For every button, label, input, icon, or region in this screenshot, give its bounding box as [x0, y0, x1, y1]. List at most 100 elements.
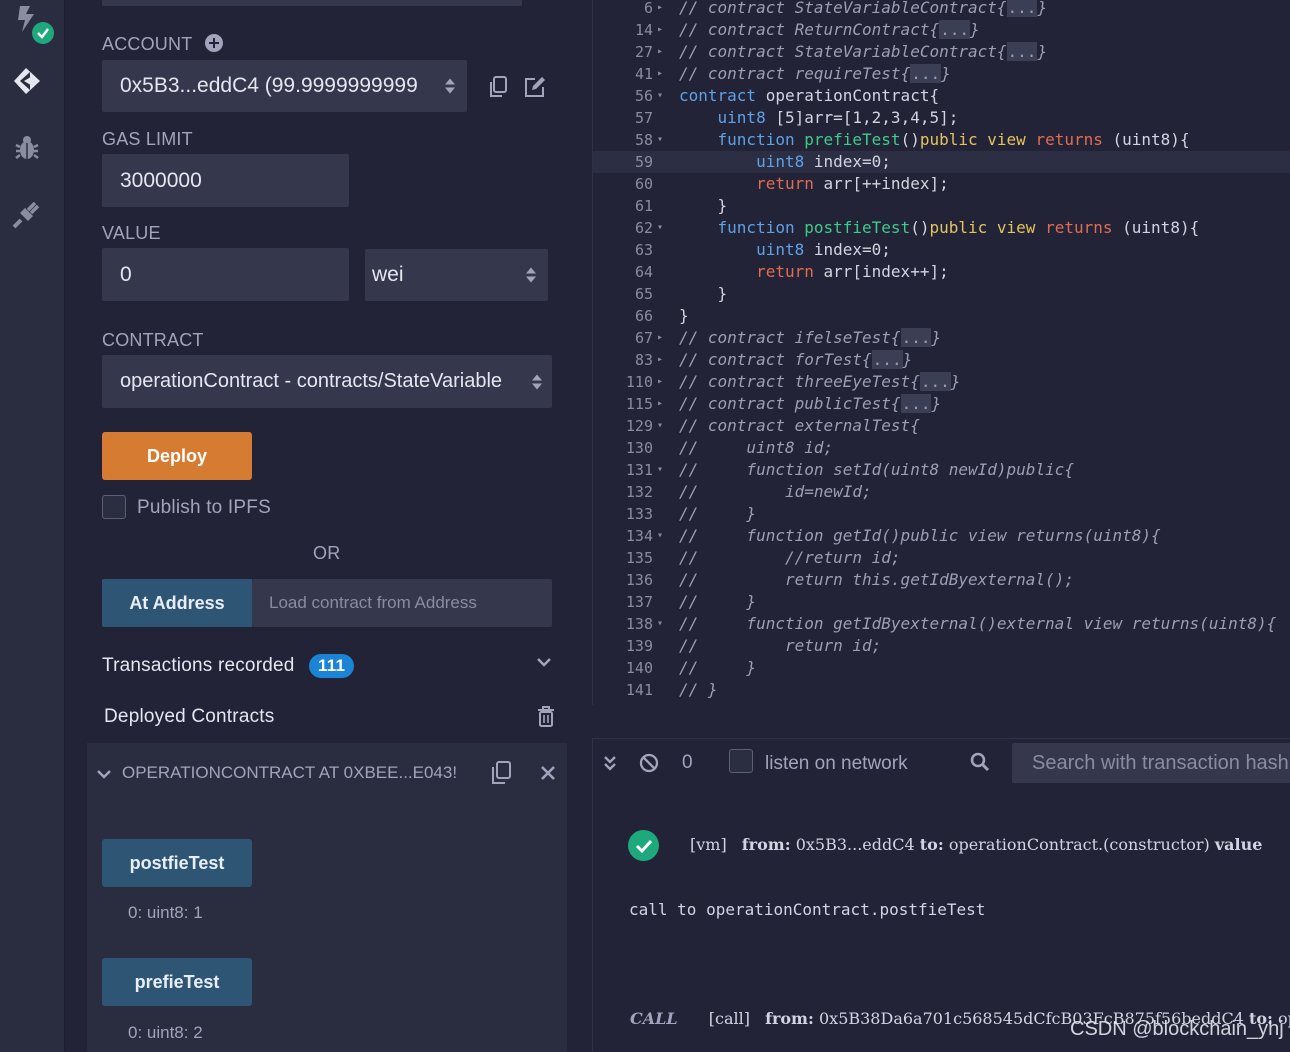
- code-line[interactable]: 41▸ // contract requireTest}{...}: [593, 63, 1290, 85]
- code-content: contract operationContract{: [679, 85, 939, 107]
- folded-code-marker[interactable]: ...: [900, 394, 932, 413]
- folded-code-marker[interactable]: ...: [939, 20, 970, 39]
- line-number: 136: [625, 571, 653, 589]
- clear-console-icon[interactable]: [639, 753, 659, 778]
- fold-toggle-icon[interactable]: ▸: [657, 0, 663, 19]
- line-number: 132: [625, 483, 653, 501]
- comment-text: // contract ReturnContract: [679, 20, 930, 39]
- code-content: // contract ifelseTest}{...}: [679, 328, 942, 347]
- code-line[interactable]: 141 // }: [593, 679, 1290, 701]
- value-label: VALUE: [102, 223, 161, 243]
- load-address-input[interactable]: Load contract from Address: [252, 579, 552, 627]
- code-line[interactable]: 132 // id=newId;: [593, 481, 1290, 503]
- fold-toggle-icon[interactable]: ▸: [657, 349, 663, 371]
- code-line[interactable]: 59 uint8 index=0;: [593, 151, 1290, 173]
- icon-rail: [0, 0, 65, 1052]
- fold-toggle-icon[interactable]: ▾: [657, 217, 663, 239]
- fold-toggle-icon[interactable]: ▸: [657, 327, 663, 349]
- listen-network-label: listen on network: [765, 753, 908, 774]
- code-line[interactable]: 140 // }: [593, 657, 1290, 679]
- double-chevron-down-icon[interactable]: [603, 755, 617, 778]
- fold-toggle-icon[interactable]: ▾: [657, 459, 663, 481]
- code-line[interactable]: 6▸ // contract StateVariableContract}{...…: [593, 0, 1290, 19]
- prefieTest-button[interactable]: prefieTest: [102, 958, 252, 1006]
- fold-toggle-icon[interactable]: ▸: [657, 63, 663, 85]
- code-text: (uint8){: [1112, 218, 1200, 237]
- code-line[interactable]: 83▸ // contract forTest}{...}: [593, 349, 1290, 371]
- environment-select-edge[interactable]: [102, 0, 522, 6]
- fold-toggle-icon[interactable]: ▾: [657, 525, 663, 547]
- folded-code-marker[interactable]: ...: [1006, 42, 1038, 61]
- code-line[interactable]: 129 ▾ // contract externalTest{: [593, 415, 1290, 437]
- line-number: 130: [625, 439, 653, 457]
- gas-limit-input[interactable]: 3000000: [102, 154, 349, 207]
- code-content: // contract threeEyeTest}{...}: [679, 372, 961, 391]
- copy-address-icon[interactable]: [490, 760, 514, 791]
- code-line[interactable]: 27▸ // contract StateVariableContract}{..…: [593, 41, 1290, 63]
- select-arrows-icon: [445, 78, 455, 94]
- fold-toggle-icon[interactable]: ▾: [657, 85, 663, 107]
- code-line[interactable]: 137 // }: [593, 591, 1290, 613]
- code-line[interactable]: 67▸ // contract ifelseTest}{...}: [593, 327, 1290, 349]
- folded-code-marker[interactable]: ...: [910, 64, 942, 83]
- edit-account-icon[interactable]: [523, 75, 547, 99]
- fold-toggle-icon[interactable]: ▸: [657, 41, 663, 63]
- tx-log-line[interactable]: [vm] from: 0x5B3...eddC4 to: operationCo…: [690, 835, 1262, 854]
- code-line[interactable]: 65 }: [593, 283, 1290, 305]
- code-line[interactable]: 61 }: [593, 195, 1290, 217]
- chevron-down-icon[interactable]: [536, 655, 552, 673]
- fold-toggle-icon[interactable]: ▾: [657, 129, 663, 151]
- fold-toggle-icon[interactable]: ▾: [657, 613, 663, 635]
- fold-toggle-icon[interactable]: ▸: [657, 371, 663, 393]
- trash-icon[interactable]: [537, 706, 555, 732]
- close-instance-icon[interactable]: [540, 765, 556, 786]
- folded-code-marker[interactable]: ...: [900, 328, 932, 347]
- code-line[interactable]: 115▸ // contract publicTest}{...}: [593, 393, 1290, 415]
- code-editor[interactable]: 6▸// contract StateVariableContract}{...…: [592, 0, 1290, 705]
- code-line[interactable]: 58 ▾ function prefieTest()public view ret…: [593, 129, 1290, 151]
- transaction-search-input[interactable]: Search with transaction hash: [1012, 743, 1290, 783]
- listen-network-checkbox[interactable]: [729, 749, 753, 773]
- search-icon[interactable]: [970, 752, 990, 777]
- fold-toggle-icon[interactable]: ▸: [657, 393, 663, 415]
- code-line[interactable]: 66}: [593, 305, 1290, 327]
- account-select[interactable]: 0x5B3...eddC4 (99.9999999999: [102, 60, 467, 112]
- code-line[interactable]: 57 uint8 [5]arr=[1,2,3,4,5];: [593, 107, 1290, 129]
- copy-account-icon[interactable]: [488, 75, 510, 99]
- fold-toggle-icon[interactable]: ▾: [657, 415, 663, 437]
- code-line[interactable]: 64 return arr[index++];: [593, 261, 1290, 283]
- folded-code-marker[interactable]: ...: [1006, 0, 1038, 17]
- code-line[interactable]: 139 // return id;: [593, 635, 1290, 657]
- add-account-icon[interactable]: [205, 34, 224, 52]
- code-line[interactable]: 62 ▾ function postfieTest()public view re…: [593, 217, 1290, 239]
- deploy-run-icon[interactable]: [10, 64, 44, 98]
- code-line[interactable]: 133 // }: [593, 503, 1290, 525]
- contract-select[interactable]: operationContract - contracts/StateVaria…: [102, 355, 552, 408]
- code-line[interactable]: 14▸ // contract ReturnContract}{...}: [593, 19, 1290, 41]
- code-line[interactable]: 131 ▾ // function setId(uint8 newId)public…: [593, 459, 1290, 481]
- code-line[interactable]: 56 ▾ contract operationContract{: [593, 85, 1290, 107]
- code-line[interactable]: 134 ▾ // function getId()public view retur…: [593, 525, 1290, 547]
- at-address-button[interactable]: At Address: [102, 579, 252, 627]
- value-input[interactable]: 0: [102, 248, 349, 301]
- postfieTest-button[interactable]: postfieTest: [102, 839, 252, 887]
- folded-code-marker[interactable]: ...: [919, 372, 951, 391]
- code-line[interactable]: 60 return arr[++index];: [593, 173, 1290, 195]
- code-content: // return this.getIdByexternal();: [679, 569, 1074, 591]
- fold-toggle-icon[interactable]: ▸: [657, 19, 663, 41]
- debugger-icon[interactable]: [10, 131, 44, 165]
- publish-ipfs-checkbox[interactable]: [102, 495, 126, 519]
- folded-code-marker[interactable]: ...: [871, 350, 903, 369]
- plugin-manager-icon[interactable]: [10, 197, 44, 231]
- code-line[interactable]: 110▸ // contract threeEyeTest}{...}: [593, 371, 1290, 393]
- deploy-run-panel: ACCOUNT 0x5B3...eddC4 (99.9999999999 GAS…: [66, 0, 588, 1052]
- code-line[interactable]: 138 ▾ // function getIdByexternal()externa…: [593, 613, 1290, 635]
- code-line[interactable]: 136 // return this.getIdByexternal();: [593, 569, 1290, 591]
- collapse-instance-icon[interactable]: [96, 767, 112, 785]
- transactions-recorded[interactable]: Transactions recorded 111: [102, 654, 355, 678]
- deploy-button[interactable]: Deploy: [102, 432, 252, 480]
- code-line[interactable]: 63 uint8 index=0;: [593, 239, 1290, 261]
- value-unit-select[interactable]: wei: [365, 249, 548, 301]
- code-line[interactable]: 135 // //return id;: [593, 547, 1290, 569]
- code-line[interactable]: 130 // uint8 id;: [593, 437, 1290, 459]
